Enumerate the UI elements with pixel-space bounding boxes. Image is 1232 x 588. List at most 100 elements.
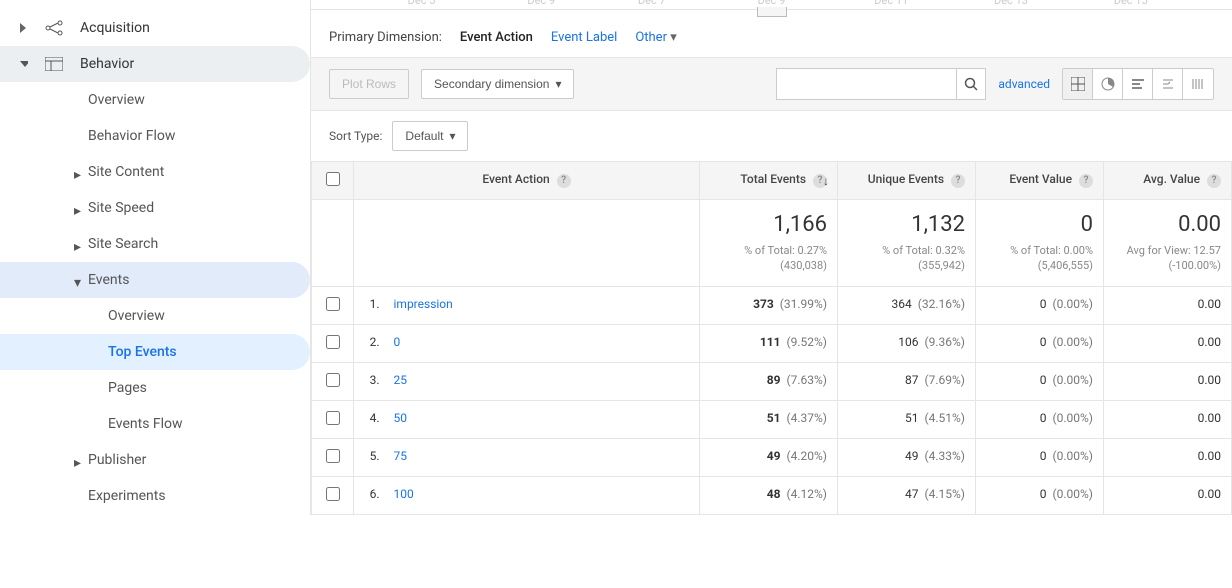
timeline-tick: Dec 9	[527, 0, 555, 7]
summary-sub: (5,406,555)	[986, 258, 1093, 273]
total-cell: 89(7.63%)	[700, 362, 838, 400]
help-icon[interactable]: ?	[951, 174, 965, 188]
sidebar-item-events-flow[interactable]: Events Flow	[0, 406, 310, 442]
summary-value: 0	[986, 212, 1093, 237]
summary-sub: % of Total: 0.32%	[848, 243, 965, 258]
col-checkbox	[312, 162, 354, 200]
summary-sub: (-100.00%)	[1114, 258, 1221, 273]
select-all-checkbox[interactable]	[326, 172, 340, 186]
sidebar-label: Acquisition	[80, 20, 150, 36]
row-checkbox[interactable]	[326, 297, 340, 311]
sort-type-select[interactable]: Default ▾	[392, 121, 468, 151]
caret-down-icon: ▾	[449, 129, 455, 143]
row-number: 6.	[354, 476, 384, 514]
total-cell: 111(9.52%)	[700, 324, 838, 362]
view-bar-icon[interactable]	[1123, 69, 1153, 99]
timeline-handle[interactable]	[757, 7, 787, 17]
advanced-link[interactable]: advanced	[998, 77, 1050, 91]
summary-value: 1,132	[848, 212, 965, 237]
total-cell: 48(4.12%)	[700, 476, 838, 514]
main-panel: Dec 5 Dec 9 Dec 7 Dec 9 Dec 11 Dec 13 De…	[310, 0, 1232, 515]
row-checkbox[interactable]	[326, 335, 340, 349]
row-number: 3.	[354, 362, 384, 400]
label: Secondary dimension	[434, 77, 549, 91]
caret-down-icon: ▾	[555, 77, 561, 91]
help-icon[interactable]: ?	[557, 174, 571, 188]
event-action-link[interactable]: 50	[394, 411, 408, 425]
value-cell: 0(0.00%)	[976, 438, 1104, 476]
event-action-link[interactable]: impression	[394, 297, 453, 311]
help-icon[interactable]: ?	[1207, 174, 1221, 188]
label: Event Value	[1009, 172, 1072, 186]
search-group	[776, 68, 986, 100]
sidebar-item-acquisition[interactable]: Acquisition	[0, 10, 310, 46]
label: Events Flow	[108, 416, 183, 432]
event-action-link[interactable]: 100	[394, 487, 414, 501]
caret-right-icon: ▸	[74, 239, 81, 255]
sidebar-item-events[interactable]: ▾Events	[0, 262, 310, 298]
timeline-tick: Dec 15	[1114, 0, 1148, 7]
avg-cell: 0.00	[1104, 400, 1232, 438]
value-cell: 0(0.00%)	[976, 324, 1104, 362]
sidebar-item-behavior[interactable]: Behavior	[0, 46, 310, 82]
col-event-action[interactable]: Event Action ?	[354, 162, 700, 200]
search-input[interactable]	[776, 68, 956, 100]
event-action-link[interactable]: 0	[394, 335, 401, 349]
view-comparison-icon[interactable]	[1153, 69, 1183, 99]
avg-cell: 0.00	[1104, 362, 1232, 400]
sidebar-item-publisher[interactable]: ▸Publisher	[0, 442, 310, 478]
dimension-event-action[interactable]: Event Action	[460, 30, 533, 45]
unique-cell: 87(7.69%)	[838, 362, 976, 400]
table-row: 3.2589(7.63%)87(7.69%)0(0.00%)0.00	[312, 362, 1232, 400]
col-avg-value[interactable]: Avg. Value ?	[1104, 162, 1232, 200]
sidebar-item-site-speed[interactable]: ▸Site Speed	[0, 190, 310, 226]
view-pivot-icon[interactable]	[1183, 69, 1213, 99]
primary-dimension-row: Primary Dimension: Event Action Event La…	[311, 10, 1232, 57]
row-checkbox[interactable]	[326, 487, 340, 501]
summary-value: 1,166	[710, 212, 827, 237]
caret-right-icon: ▸	[74, 455, 81, 471]
search-button[interactable]	[956, 68, 986, 100]
label: Default	[405, 129, 443, 143]
timeline-tick: Dec 9	[758, 0, 786, 7]
unique-cell: 49(4.33%)	[838, 438, 976, 476]
secondary-dimension-button[interactable]: Secondary dimension ▾	[421, 69, 574, 99]
summary-avg: 0.00 Avg for View: 12.57 (-100.00%)	[1104, 200, 1232, 287]
row-checkbox[interactable]	[326, 373, 340, 387]
view-pie-icon[interactable]	[1093, 69, 1123, 99]
sidebar-item-site-search[interactable]: ▸Site Search	[0, 226, 310, 262]
timeline-tick: Dec 11	[874, 0, 908, 7]
sidebar: Acquisition Behavior Overview Behavior F…	[0, 0, 310, 515]
dimension-event-label[interactable]: Event Label	[551, 30, 617, 45]
sidebar-item-events-pages[interactable]: Pages	[0, 370, 310, 406]
sidebar-item-events-top[interactable]: Top Events	[0, 334, 310, 370]
row-checkbox[interactable]	[326, 411, 340, 425]
sidebar-item-events-overview[interactable]: Overview	[0, 298, 310, 334]
unique-cell: 364(32.16%)	[838, 286, 976, 324]
plot-rows-button[interactable]: Plot Rows	[329, 69, 409, 99]
row-number: 1.	[354, 286, 384, 324]
sidebar-item-site-content[interactable]: ▸Site Content	[0, 154, 310, 190]
col-event-value[interactable]: Event Value ?	[976, 162, 1104, 200]
help-icon[interactable]: ?	[1079, 174, 1093, 188]
unique-cell: 106(9.36%)	[838, 324, 976, 362]
col-unique-events[interactable]: Unique Events ?	[838, 162, 976, 200]
total-cell: 373(31.99%)	[700, 286, 838, 324]
view-table-icon[interactable]	[1063, 69, 1093, 99]
sort-desc-icon: ↓	[823, 174, 829, 188]
sidebar-item-behavior-overview[interactable]: Overview	[0, 82, 310, 118]
col-total-events[interactable]: Total Events ?↓	[700, 162, 838, 200]
event-action-link[interactable]: 75	[394, 449, 408, 463]
unique-cell: 47(4.15%)	[838, 476, 976, 514]
unique-cell: 51(4.51%)	[838, 400, 976, 438]
summary-value: 0.00	[1114, 212, 1221, 237]
sidebar-item-experiments[interactable]: Experiments	[0, 478, 310, 514]
event-action-link[interactable]: 25	[394, 373, 408, 387]
total-cell: 49(4.20%)	[700, 438, 838, 476]
search-icon	[964, 77, 978, 91]
dimension-other[interactable]: Other ▾	[635, 30, 676, 45]
row-checkbox[interactable]	[326, 449, 340, 463]
row-number: 2.	[354, 324, 384, 362]
sidebar-item-behavior-flow[interactable]: Behavior Flow	[0, 118, 310, 154]
summary-unique: 1,132 % of Total: 0.32% (355,942)	[838, 200, 976, 287]
